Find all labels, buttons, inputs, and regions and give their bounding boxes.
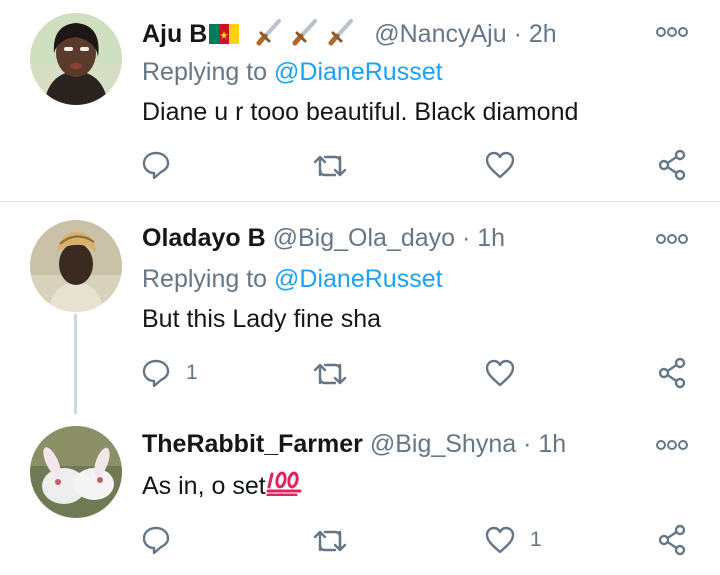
tweet-header: Aju B @NancyAju · 2h xyxy=(142,16,557,53)
hundred-points-icon xyxy=(266,471,302,496)
tweet[interactable]: TheRabbit_Farmer @Big_Shyna · 1h As in, … xyxy=(0,412,720,575)
reply-button[interactable]: 1 xyxy=(140,357,198,389)
replying-to-label: Replying to xyxy=(142,58,268,86)
heart-icon xyxy=(485,526,515,554)
more-icon[interactable] xyxy=(655,438,689,452)
cameroon-flag-icon xyxy=(209,24,240,44)
reply-count: 1 xyxy=(186,361,198,384)
user-handle[interactable]: @NancyAju xyxy=(374,20,506,48)
mention-link[interactable]: @DianeRusset xyxy=(274,265,443,293)
tweet[interactable]: Aju B @NancyAju · 2h Replying to @DianeR… xyxy=(0,0,720,200)
timestamp[interactable]: 1h xyxy=(477,224,505,252)
replying-to: Replying to @DianeRusset xyxy=(142,57,443,87)
tweet-text: Diane u r tooo beautiful. Black diamond xyxy=(142,98,579,126)
reply-icon xyxy=(142,151,170,180)
like-button[interactable] xyxy=(484,357,530,389)
display-name[interactable]: Oladayo B xyxy=(142,224,266,252)
tweet-text-content: As in, o set xyxy=(142,472,266,500)
tweet-header: TheRabbit_Farmer @Big_Shyna · 1h xyxy=(142,429,566,459)
tweet-text: As in, o set xyxy=(142,470,304,501)
avatar-photo xyxy=(30,426,122,518)
share-icon xyxy=(658,357,686,389)
retweet-button[interactable] xyxy=(312,357,348,389)
replying-to-label: Replying to xyxy=(142,265,268,293)
tweet[interactable]: Oladayo B @Big_Ola_dayo · 1h Replying to… xyxy=(0,202,720,414)
heart-icon xyxy=(485,359,515,387)
share-button[interactable] xyxy=(656,524,688,556)
dagger-icons xyxy=(253,16,361,53)
more-icon[interactable] xyxy=(655,25,689,39)
retweet-button[interactable] xyxy=(312,524,348,556)
tweet-text: But this Lady fine sha xyxy=(142,305,382,333)
dagger-icon xyxy=(256,19,354,46)
retweet-icon xyxy=(313,155,347,177)
more-icon[interactable] xyxy=(655,232,689,246)
tweet-header: Oladayo B @Big_Ola_dayo · 1h xyxy=(142,223,505,253)
heart-icon xyxy=(485,151,515,179)
avatar[interactable] xyxy=(30,13,122,105)
avatar-photo xyxy=(30,220,122,312)
timestamp[interactable]: 2h xyxy=(529,20,557,48)
reply-icon xyxy=(142,359,170,388)
reply-icon xyxy=(142,526,170,555)
like-button[interactable] xyxy=(484,149,530,181)
reply-button[interactable] xyxy=(140,524,186,556)
avatar[interactable] xyxy=(30,220,122,312)
avatar[interactable] xyxy=(30,426,122,518)
share-button[interactable] xyxy=(656,149,688,181)
like-count: 1 xyxy=(530,528,542,551)
share-icon xyxy=(658,524,686,556)
replying-to: Replying to @DianeRusset xyxy=(142,264,443,294)
mention-link[interactable]: @DianeRusset xyxy=(274,58,443,86)
retweet-icon xyxy=(313,363,347,385)
user-handle[interactable]: @Big_Ola_dayo xyxy=(273,224,455,252)
retweet-button[interactable] xyxy=(312,149,348,181)
share-icon xyxy=(658,149,686,181)
share-button[interactable] xyxy=(656,357,688,389)
user-handle[interactable]: @Big_Shyna xyxy=(370,430,516,458)
thread-line xyxy=(74,314,77,414)
reply-button[interactable] xyxy=(140,149,186,181)
retweet-icon xyxy=(313,530,347,552)
avatar-photo xyxy=(30,13,122,105)
timestamp[interactable]: 1h xyxy=(538,430,566,458)
separator-dot: · xyxy=(523,430,532,458)
display-name[interactable]: Aju B xyxy=(142,20,207,48)
like-button[interactable]: 1 xyxy=(484,524,542,556)
display-name[interactable]: TheRabbit_Farmer xyxy=(142,430,363,458)
separator-dot: · xyxy=(513,20,522,48)
separator-dot: · xyxy=(462,224,471,252)
